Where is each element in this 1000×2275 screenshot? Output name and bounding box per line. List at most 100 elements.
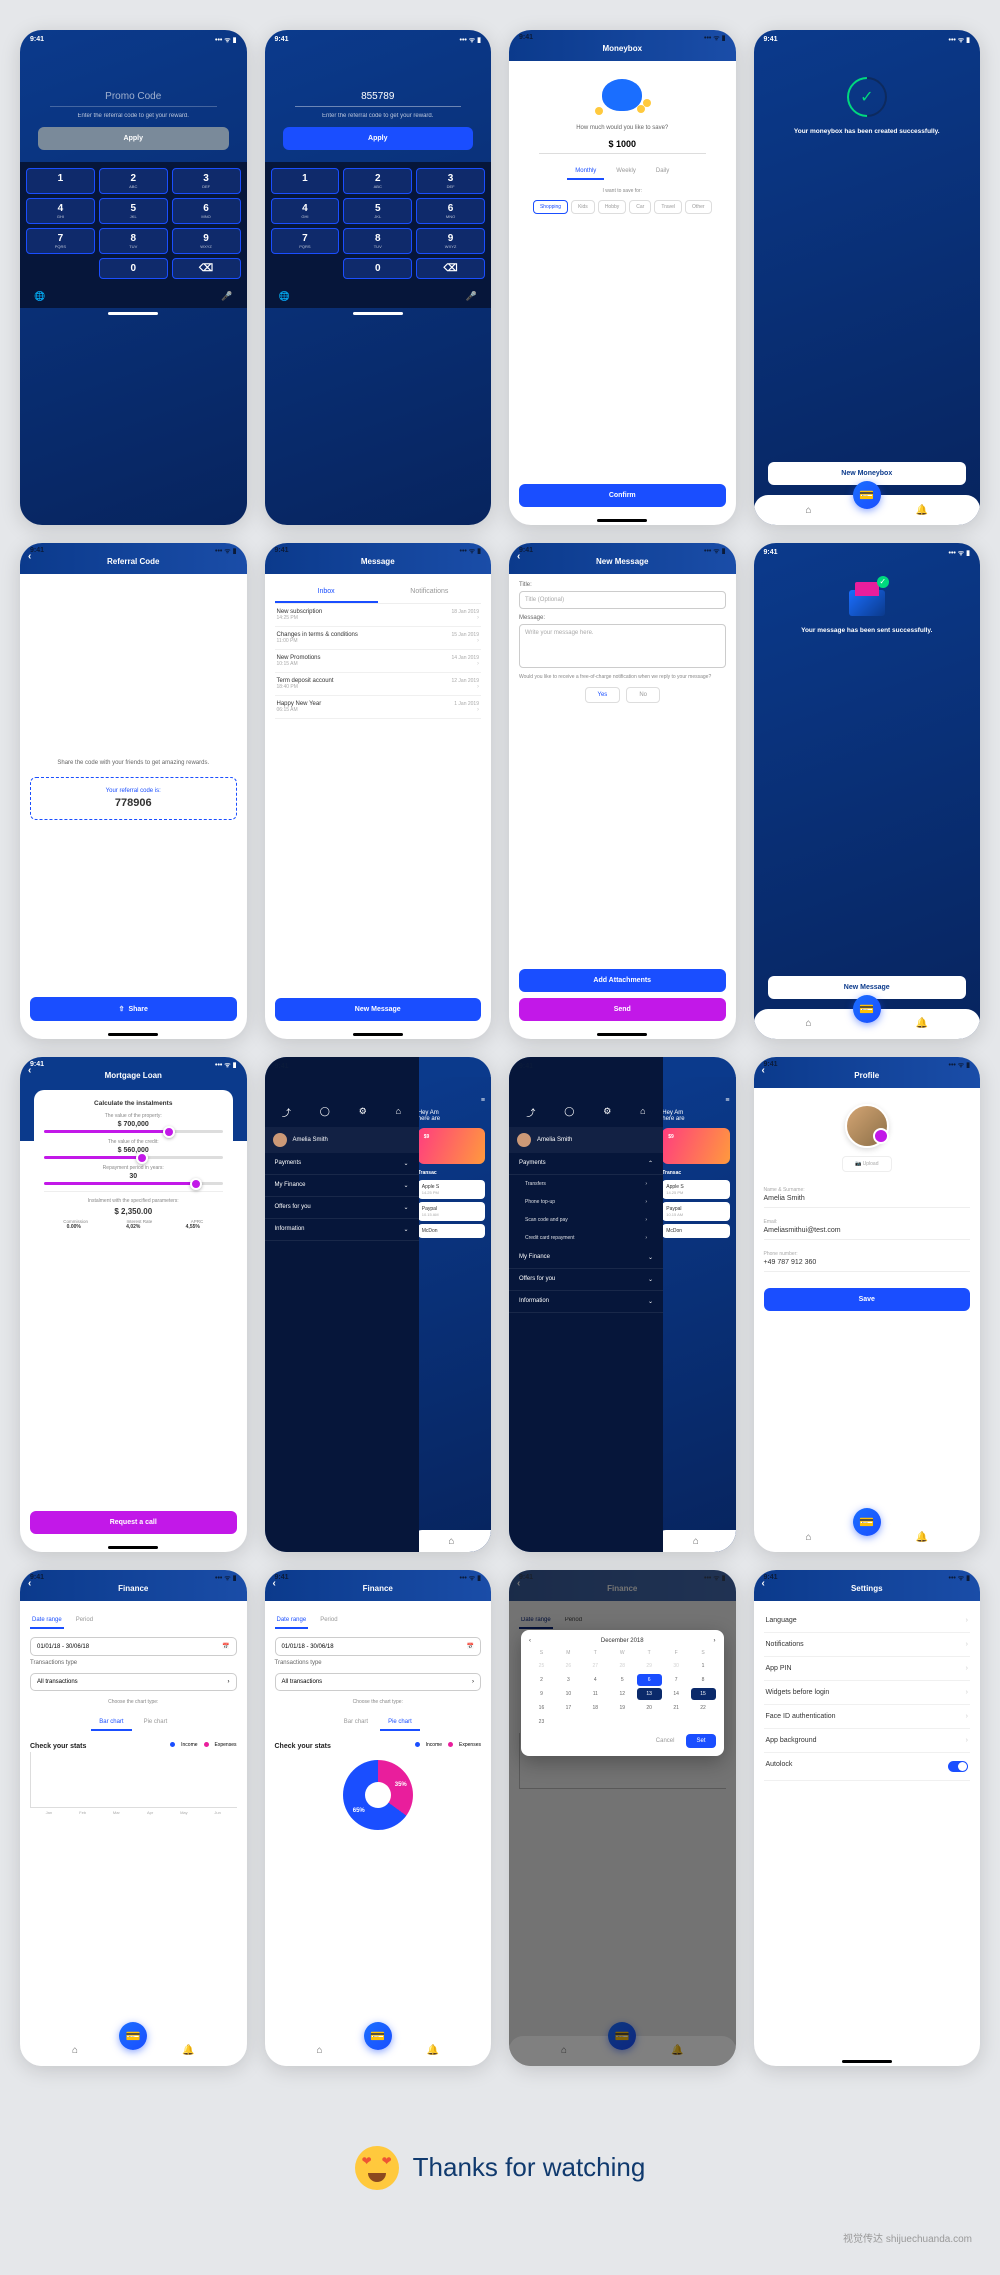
attach-button[interactable]: Add Attachments xyxy=(519,969,726,992)
key-5[interactable]: 5JKL xyxy=(99,198,168,224)
drawer-finance[interactable]: My Finance⌄ xyxy=(509,1247,663,1269)
message-textarea[interactable]: Write your message here. xyxy=(519,624,726,668)
email-input[interactable]: Ameliasmithui@test.com xyxy=(764,1227,971,1234)
tab-date-range[interactable]: Date range xyxy=(30,1613,64,1629)
setting-item[interactable]: App PIN› xyxy=(764,1657,971,1681)
cal-day[interactable]: 6 xyxy=(637,1674,662,1686)
key-8[interactable]: 8TUV xyxy=(343,228,412,254)
cal-day[interactable]: 2 xyxy=(529,1674,554,1686)
cal-day[interactable]: 4 xyxy=(583,1674,608,1686)
setting-item[interactable]: Language› xyxy=(764,1609,971,1633)
cal-day[interactable]: 1 xyxy=(691,1660,716,1672)
cal-day[interactable]: 9 xyxy=(529,1688,554,1700)
key-6[interactable]: 6MNO xyxy=(416,198,485,224)
logout-icon[interactable]: ⤴ xyxy=(526,1106,535,1119)
gear-icon[interactable]: ⚙ xyxy=(603,1106,611,1119)
promo-input[interactable]: 855789 xyxy=(295,87,462,107)
key-6[interactable]: 6MNO xyxy=(172,198,241,224)
tab-pie-chart[interactable]: Pie chart xyxy=(136,1715,176,1731)
tab-notifications[interactable]: Notifications xyxy=(378,582,481,603)
key-⌫[interactable]: ⌫ xyxy=(416,258,485,279)
home-icon[interactable]: ⌂ xyxy=(806,505,812,516)
request-call-button[interactable]: Request a call xyxy=(30,1511,237,1534)
confirm-button[interactable]: Confirm xyxy=(519,484,726,507)
drawer-subitem[interactable]: Transfers› xyxy=(509,1175,663,1193)
cal-day[interactable]: 10 xyxy=(556,1688,581,1700)
cal-day[interactable]: 22 xyxy=(691,1702,716,1714)
message-item[interactable]: Term deposit account18:40 PM12 Jan 2019› xyxy=(275,673,482,696)
new-message-button[interactable]: New Message xyxy=(275,998,482,1021)
message-item[interactable]: New subscription14:25 PM18 Jan 2019› xyxy=(275,604,482,627)
tab-date-range[interactable]: Date range xyxy=(275,1613,309,1629)
apply-button[interactable]: Apply xyxy=(283,127,474,150)
drawer-info[interactable]: Information⌄ xyxy=(509,1291,663,1313)
autolock-toggle[interactable] xyxy=(948,1761,968,1772)
drawer-item[interactable]: Offers for you⌄ xyxy=(265,1197,419,1219)
fab-card-icon[interactable]: 💳 xyxy=(364,2022,392,2050)
cal-day[interactable]: 13 xyxy=(637,1688,662,1700)
key-0[interactable]: 0 xyxy=(343,258,412,279)
back-icon[interactable]: ‹ xyxy=(273,1578,276,1589)
key-2[interactable]: 2ABC xyxy=(99,168,168,194)
message-item[interactable]: Happy New Year06:15 AM1 Jan 2019› xyxy=(275,696,482,719)
back-icon[interactable]: ‹ xyxy=(28,551,31,562)
message-item[interactable]: Changes in terms & conditions11:00 PM15 … xyxy=(275,627,482,650)
cal-day[interactable]: 18 xyxy=(583,1702,608,1714)
home-icon[interactable]: ⌂ xyxy=(396,1106,401,1119)
no-button[interactable]: No xyxy=(626,687,660,703)
key-3[interactable]: 3DEF xyxy=(416,168,485,194)
back-icon[interactable]: ‹ xyxy=(28,1578,31,1589)
apply-button[interactable]: Apply xyxy=(38,127,229,150)
cal-day[interactable]: 17 xyxy=(556,1702,581,1714)
bell-icon[interactable]: 🔔 xyxy=(916,505,928,516)
chip-hobby[interactable]: Hobby xyxy=(598,200,626,214)
back-icon[interactable]: ‹ xyxy=(517,551,520,562)
bell-icon[interactable]: 🔔 xyxy=(916,1018,928,1029)
calendar-icon[interactable]: 📅 xyxy=(467,1643,474,1650)
promo-input[interactable]: Promo Code xyxy=(50,87,217,107)
date-range-input[interactable]: 01/01/18 - 30/06/18📅 xyxy=(275,1637,482,1656)
cal-day[interactable]: 5 xyxy=(610,1674,635,1686)
cal-day[interactable]: 12 xyxy=(610,1688,635,1700)
message-item[interactable]: New Promotions10:15 AM14 Jan 2019› xyxy=(275,650,482,673)
key-0[interactable]: 0 xyxy=(99,258,168,279)
bell-icon[interactable]: 🔔 xyxy=(916,1532,928,1543)
cal-day[interactable]: 16 xyxy=(529,1702,554,1714)
key-8[interactable]: 8TUV xyxy=(99,228,168,254)
key-9[interactable]: 9WXYZ xyxy=(416,228,485,254)
back-icon[interactable]: ‹ xyxy=(762,1065,765,1076)
drawer-subitem[interactable]: Credit card repayment› xyxy=(509,1229,663,1247)
user-icon[interactable]: ◯ xyxy=(564,1106,574,1119)
credit-slider[interactable]: The value of the credit:$ 560,000 xyxy=(44,1139,223,1159)
home-icon[interactable]: ⌂ xyxy=(317,2045,323,2056)
tx-type-select[interactable]: All transactions› xyxy=(275,1673,482,1691)
setting-item[interactable]: Widgets before login› xyxy=(764,1681,971,1705)
phone-input[interactable]: +49 787 912 360 xyxy=(764,1259,971,1266)
home-icon[interactable]: ⌂ xyxy=(72,2045,78,2056)
key-7[interactable]: 7PQRS xyxy=(271,228,340,254)
key-blank[interactable] xyxy=(26,258,95,279)
name-input[interactable]: Amelia Smith xyxy=(764,1195,971,1202)
cal-day[interactable]: 8 xyxy=(691,1674,716,1686)
key-7[interactable]: 7PQRS xyxy=(26,228,95,254)
period-monthly[interactable]: Monthly xyxy=(567,164,604,180)
tx-type-select[interactable]: All transactions› xyxy=(30,1673,237,1691)
cal-day[interactable]: 19 xyxy=(610,1702,635,1714)
upload-button[interactable]: 📷 Upload xyxy=(842,1156,892,1172)
chip-travel[interactable]: Travel xyxy=(654,200,682,214)
key-blank[interactable] xyxy=(271,258,340,279)
home-icon[interactable]: ⌂ xyxy=(448,1536,454,1547)
cal-day[interactable]: 15 xyxy=(691,1688,716,1700)
chip-shopping[interactable]: Shopping xyxy=(533,200,568,214)
cal-day[interactable]: 7 xyxy=(664,1674,689,1686)
key-5[interactable]: 5JKL xyxy=(343,198,412,224)
property-slider[interactable]: The value of the property:$ 700,000 xyxy=(44,1113,223,1133)
key-⌫[interactable]: ⌫ xyxy=(172,258,241,279)
home-icon[interactable]: ⌂ xyxy=(640,1106,645,1119)
share-button[interactable]: ⇧Share xyxy=(30,997,237,1021)
drawer-subitem[interactable]: Scan code and pay› xyxy=(509,1211,663,1229)
cal-day[interactable]: 21 xyxy=(664,1702,689,1714)
logout-icon[interactable]: ⤴ xyxy=(282,1106,291,1119)
period-slider[interactable]: Repayment period in years:30 xyxy=(44,1165,223,1185)
back-icon[interactable]: ‹ xyxy=(28,1065,31,1076)
